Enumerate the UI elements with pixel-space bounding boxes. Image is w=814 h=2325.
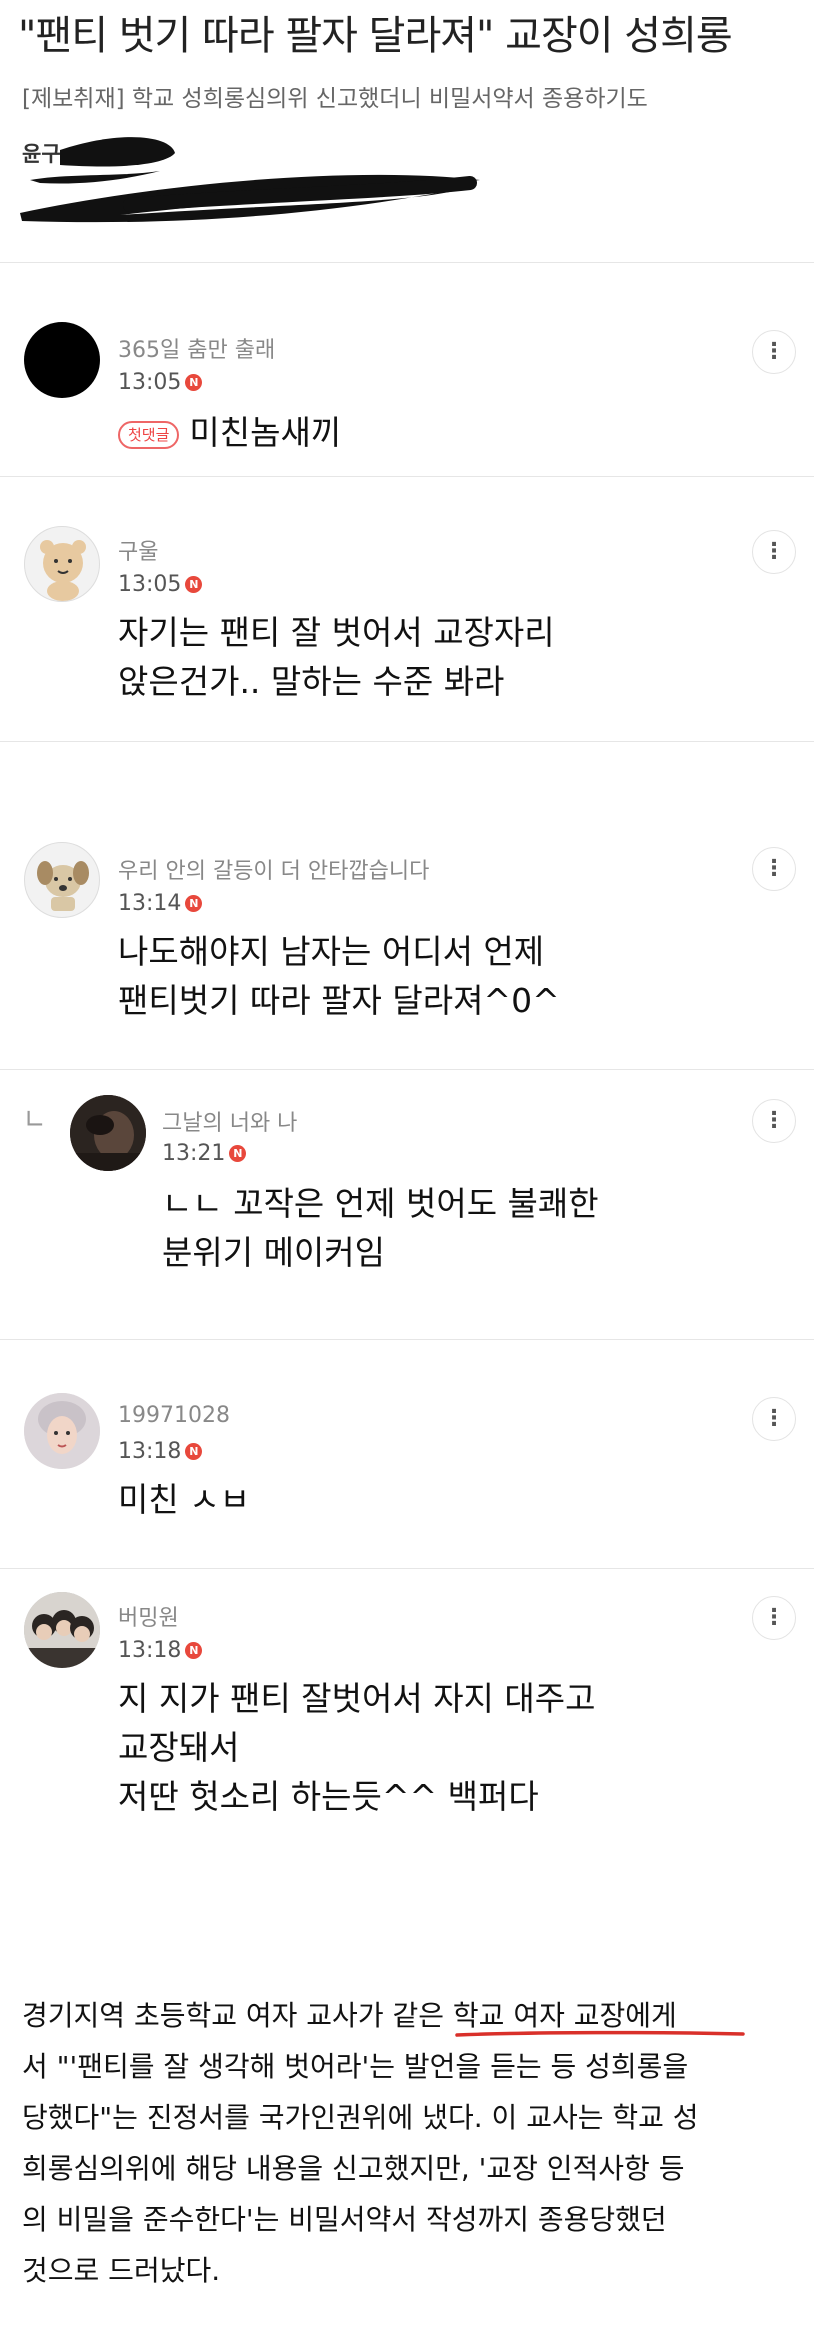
comment-text: ㄴㄴ 꼬작은 언제 벗어도 불쾌한 분위기 메이커임: [162, 1179, 599, 1277]
article-line: 의 비밀을 준수한다'는 비밀서약서 작성까지 종용당했던: [22, 2203, 667, 2236]
comment-line: 저딴 헛소리 하는듯^^ 백퍼다: [118, 1777, 539, 1816]
comment-text: 자기는 팬티 잘 벗어서 교장자리 앉은건가.. 말하는 수준 봐라: [118, 608, 555, 706]
comment-text: 미친 ㅅㅂ: [118, 1475, 250, 1524]
new-badge: N: [185, 895, 203, 912]
avatar[interactable]: [24, 1592, 100, 1668]
comment-time-text: 13:18: [118, 1439, 182, 1464]
article-line: 것으로 드러났다.: [22, 2254, 221, 2287]
comment-nickname[interactable]: 그날의 너와 나: [162, 1105, 297, 1137]
comment-line: 분위기 메이커임: [162, 1233, 386, 1272]
article-line: 서 "'팬티를 잘 생각해 벗어라'는 발언을 듣는 등 성희롱을: [22, 2050, 689, 2083]
avatar[interactable]: [70, 1095, 146, 1171]
comment-time: 13:18 N: [118, 1439, 203, 1464]
comment-time-text: 13:05: [118, 572, 182, 597]
new-badge: N: [185, 576, 203, 593]
more-options-icon[interactable]: ⋮: [752, 1596, 796, 1640]
more-options-icon[interactable]: ⋮: [752, 1099, 796, 1143]
comment-text: 나도해야지 남자는 어디서 언제 팬티벗기 따라 팔자 달라져^0^: [118, 927, 560, 1025]
comment-time-text: 13:14: [118, 891, 182, 916]
more-options-icon[interactable]: ⋮: [752, 1397, 796, 1441]
comment-item: 우리 안의 갈등이 더 안타깝습니다 13:14 N 나도해야지 남자는 어디서…: [0, 741, 814, 1069]
redaction-scribble: [20, 137, 480, 223]
comment-time: 13:14 N: [118, 891, 203, 916]
more-options-icon[interactable]: ⋮: [752, 330, 796, 374]
comment-text: 지 지가 팬티 잘벗어서 자지 대주고 교장돼서 저딴 헛소리 하는듯^^ 백퍼…: [118, 1674, 596, 1821]
comment-item: 365일 춤만 출래 13:05 N 첫댓글 미친놈새끼 ⋮: [0, 262, 814, 476]
comment-line: 지 지가 팬티 잘벗어서 자지 대주고: [118, 1679, 596, 1718]
new-badge: N: [185, 374, 203, 391]
comment-nickname[interactable]: 365일 춤만 출래: [118, 332, 275, 364]
comment-item: 버밍원 13:18 N 지 지가 팬티 잘벗어서 자지 대주고 교장돼서 저딴 …: [0, 1568, 814, 1898]
comment-time: 13:05 N: [118, 572, 203, 597]
comment-line: 앉은건가.. 말하는 수준 봐라: [118, 662, 505, 701]
more-options-icon[interactable]: ⋮: [752, 847, 796, 891]
comment-text: 첫댓글 미친놈새끼: [118, 408, 341, 457]
comment-nickname[interactable]: 19971028: [118, 1403, 230, 1428]
comment-item: 19971028 13:18 N 미친 ㅅㅂ ⋮: [0, 1339, 814, 1568]
comment-nickname[interactable]: 구울: [118, 534, 158, 566]
avatar[interactable]: [24, 322, 100, 398]
article-subhead: [제보취재] 학교 성희롱심의위 신고했더니 비밀서약서 종용하기도: [22, 86, 648, 112]
comment-time: 13:05 N: [118, 370, 203, 395]
more-options-icon[interactable]: ⋮: [752, 530, 796, 574]
comment-time: 13:21 N: [162, 1141, 247, 1166]
comment-time: 13:18 N: [118, 1638, 203, 1663]
comment-line: 자기는 팬티 잘 벗어서 교장자리: [118, 613, 555, 652]
avatar[interactable]: [24, 842, 100, 918]
comment-line: 미친놈새끼: [189, 413, 342, 452]
comment-line: 미친 ㅅㅂ: [118, 1480, 250, 1519]
article-line: 당했다"는 진정서를 국가인권위에 냈다. 이 교사는 학교 성: [22, 2101, 699, 2134]
article-line: 희롱심의위에 해당 내용을 신고했지만, '교장 인적사항 등: [22, 2152, 685, 2185]
reply-arrow-icon: ∟: [24, 1105, 46, 1135]
comment-time-text: 13:05: [118, 370, 182, 395]
comment-line: 나도해야지 남자는 어디서 언제: [118, 932, 545, 971]
comment-time-text: 13:21: [162, 1141, 226, 1166]
new-badge: N: [229, 1145, 247, 1162]
comment-item: 구울 13:05 N 자기는 팬티 잘 벗어서 교장자리 앉은건가.. 말하는 …: [0, 476, 814, 741]
comment-time-text: 13:18: [118, 1638, 182, 1663]
new-badge: N: [185, 1443, 203, 1460]
comment-line: 교장돼서: [118, 1728, 240, 1767]
comment-nickname[interactable]: 버밍원: [118, 1600, 179, 1632]
comment-line: 팬티벗기 따라 팔자 달라져^0^: [118, 981, 560, 1020]
avatar[interactable]: [24, 526, 100, 602]
first-comment-badge: 첫댓글: [118, 420, 180, 449]
red-underline: [455, 2030, 745, 2037]
article-headline: "팬티 벗기 따라 팔자 달라져" 교장이 성희롱: [18, 13, 733, 59]
comment-line: ㄴㄴ 꼬작은 언제 벗어도 불쾌한: [162, 1184, 599, 1223]
comment-reply: ∟ 그날의 너와 나 13:21 N ㄴㄴ 꼬작은 언제 벗어도 불쾌한 분위기…: [0, 1069, 814, 1339]
avatar[interactable]: [24, 1393, 100, 1469]
new-badge: N: [185, 1642, 203, 1659]
comment-nickname[interactable]: 우리 안의 갈등이 더 안타깝습니다: [118, 853, 429, 885]
